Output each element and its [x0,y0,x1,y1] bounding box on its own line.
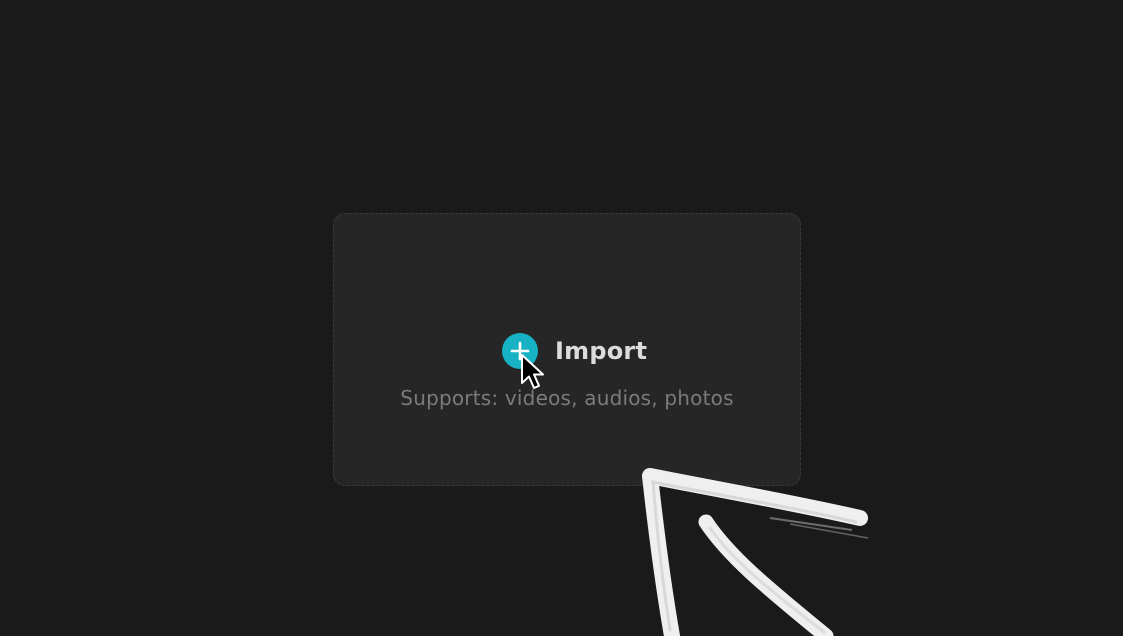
editor-canvas: Import Supports: videos, audios, photos [0,0,1123,636]
supported-formats-text: Supports: videos, audios, photos [400,386,734,410]
import-button[interactable]: Import [502,333,647,369]
plus-icon[interactable] [502,333,538,369]
import-label[interactable]: Import [555,337,647,365]
import-drop-zone[interactable]: Import Supports: videos, audios, photos [333,213,801,486]
